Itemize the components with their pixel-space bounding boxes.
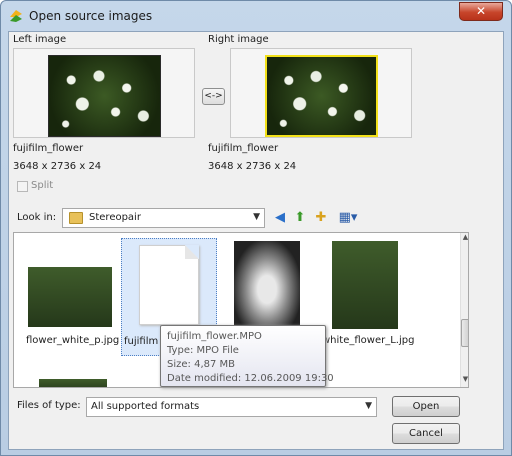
list-item[interactable]: white_flower_L.jpg bbox=[322, 238, 420, 356]
chevron-down-icon: ▼ bbox=[253, 212, 260, 222]
files-of-type-value: All supported formats bbox=[91, 401, 200, 412]
file-name: flower_white_p.jpg bbox=[26, 335, 120, 346]
right-image-size: 3648 x 2736 x 24 bbox=[208, 161, 297, 172]
back-icon[interactable]: ◀ bbox=[271, 209, 289, 227]
close-button[interactable]: ✕ bbox=[459, 2, 503, 21]
look-in-value: Stereopair bbox=[89, 212, 141, 223]
tooltip-filename: fujifilm_flower.MPO bbox=[167, 331, 262, 342]
right-image-heading: Right image bbox=[208, 34, 269, 45]
file-tooltip: fujifilm_flower.MPO Type: MPO File Size:… bbox=[160, 325, 334, 387]
up-folder-icon[interactable]: ⬆ bbox=[291, 209, 309, 227]
split-label: Split bbox=[31, 180, 54, 191]
document-icon bbox=[139, 245, 199, 325]
dialog-body: Left image fujifilm_flower 3648 x 2736 x… bbox=[8, 31, 504, 450]
file-thumbnail bbox=[28, 267, 112, 327]
files-of-type-label: Files of type: bbox=[17, 400, 81, 411]
left-image-size: 3648 x 2736 x 24 bbox=[13, 161, 102, 172]
chevron-down-icon: ▼ bbox=[365, 401, 372, 411]
tooltip-type: Type: MPO File bbox=[167, 345, 239, 356]
look-in-dropdown[interactable]: Stereopair ▼ bbox=[62, 208, 265, 228]
dialog-window: Open source images ✕ Left image fujifilm… bbox=[0, 0, 512, 456]
right-image-preview[interactable] bbox=[230, 48, 412, 138]
view-menu-icon[interactable]: ▦▾ bbox=[336, 209, 360, 227]
new-folder-icon[interactable]: ✚ bbox=[312, 209, 330, 227]
window-title: Open source images bbox=[29, 9, 153, 23]
left-image-heading: Left image bbox=[13, 34, 67, 45]
tooltip-date: Date modified: 12.06.2009 19:30 bbox=[167, 373, 334, 384]
file-name: white_flower_L.jpg bbox=[322, 335, 415, 346]
right-image-name: fujifilm_flower bbox=[208, 143, 279, 154]
split-checkbox[interactable] bbox=[17, 181, 28, 192]
app-icon bbox=[10, 10, 22, 22]
tooltip-size: Size: 4,87 MB bbox=[167, 359, 236, 370]
left-image-preview[interactable] bbox=[13, 48, 195, 138]
file-thumbnail-partial bbox=[39, 379, 107, 387]
vertical-scrollbar[interactable]: ▲ ▼ bbox=[460, 233, 468, 387]
title-bar[interactable]: Open source images ✕ bbox=[1, 1, 511, 31]
scroll-up-icon[interactable]: ▲ bbox=[461, 233, 468, 245]
cancel-button[interactable]: Cancel bbox=[392, 423, 460, 444]
file-thumbnail bbox=[234, 241, 300, 329]
file-thumbnail bbox=[332, 241, 398, 329]
file-name: fujifilm bbox=[124, 336, 159, 347]
list-item[interactable]: flower_white_p.jpg bbox=[22, 238, 120, 356]
look-in-label: Look in: bbox=[17, 212, 57, 223]
swap-images-button[interactable]: <-> bbox=[202, 88, 225, 105]
folder-icon bbox=[69, 212, 83, 224]
left-image-name: fujifilm_flower bbox=[13, 143, 84, 154]
scroll-down-icon[interactable]: ▼ bbox=[461, 375, 468, 387]
files-of-type-dropdown[interactable]: All supported formats ▼ bbox=[86, 397, 377, 417]
scrollbar-thumb[interactable] bbox=[461, 319, 468, 347]
right-image-thumbnail bbox=[265, 55, 378, 137]
left-image-thumbnail bbox=[48, 55, 161, 137]
open-button[interactable]: Open bbox=[392, 396, 460, 417]
